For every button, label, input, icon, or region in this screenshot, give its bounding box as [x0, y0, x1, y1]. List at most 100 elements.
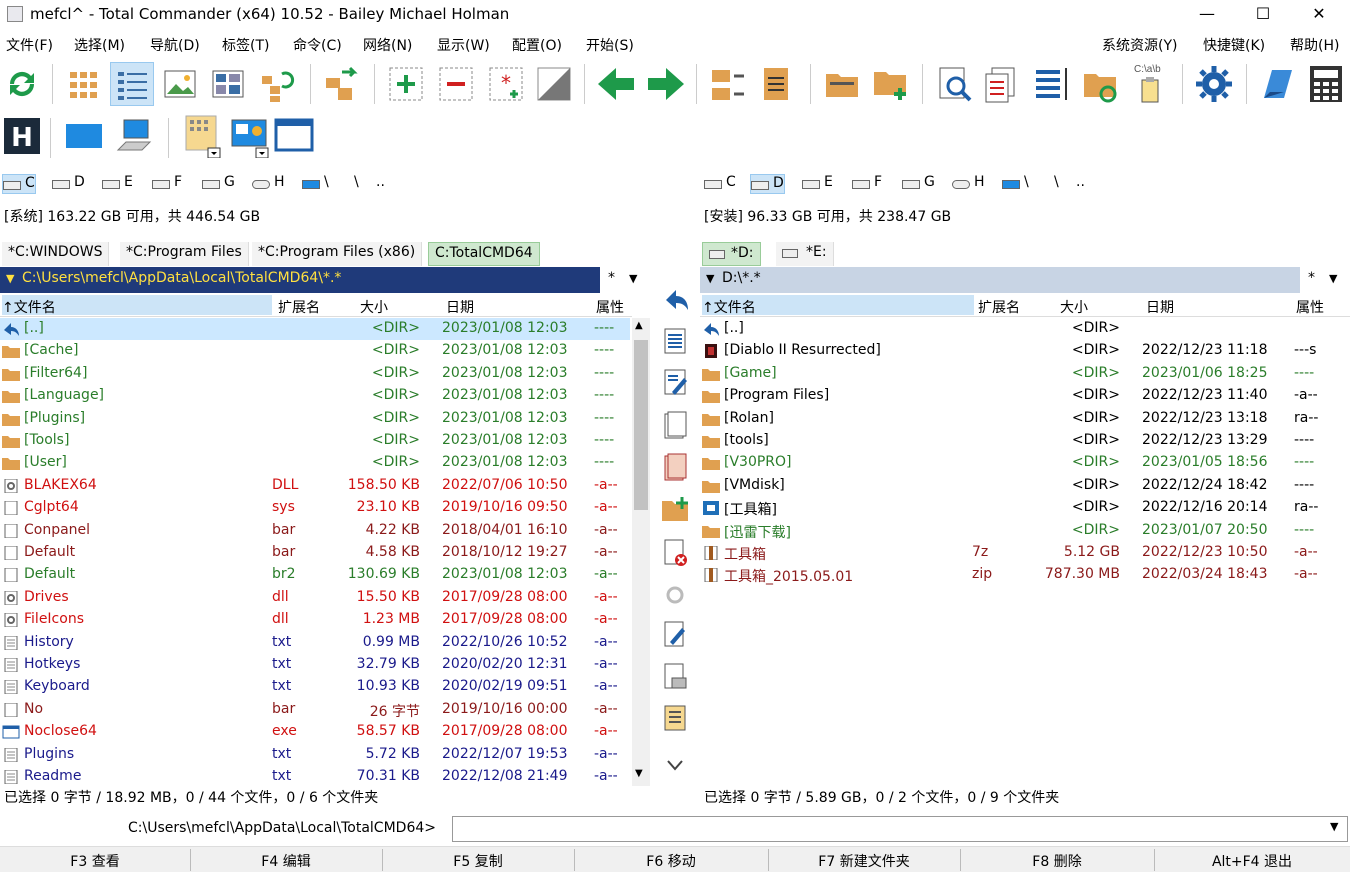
menu-help[interactable]: 帮助(H) [1290, 35, 1339, 55]
right-header-date[interactable]: 日期 [1146, 297, 1174, 317]
left-drive-g[interactable]: G [202, 174, 235, 194]
edit-text-icon[interactable] [655, 620, 695, 650]
tab-windows[interactable]: *C:WINDOWS [2, 242, 110, 266]
table-row[interactable]: [Filter64] <DIR> 2023/01/08 12:03 ---- [0, 363, 630, 385]
add-folder-icon[interactable] [868, 62, 912, 106]
menu-select[interactable]: 选择(M) [74, 35, 125, 55]
tab-d[interactable]: *D: [702, 242, 761, 266]
left-drive-d[interactable]: D [52, 174, 85, 194]
computer-icon[interactable] [112, 114, 156, 158]
table-row[interactable]: Cglpt64 sys 23.10 KB 2019/10/16 09:50 -a-- [0, 497, 630, 519]
calculator-icon[interactable] [1304, 62, 1348, 106]
left-header-name[interactable]: ↑文件名 [2, 295, 272, 316]
table-row[interactable]: History txt 0.99 MB 2022/10/26 10:52 -a-- [0, 632, 630, 654]
table-row[interactable]: BLAKEX64 DLL 158.50 KB 2022/07/06 10:50 -a-- [0, 475, 630, 497]
table-row[interactable]: Conpanel bar 4.22 KB 2018/04/01 16:10 -a-- [0, 520, 630, 542]
table-row[interactable]: [..] <DIR> 2023/01/08 12:03 ---- [0, 318, 630, 341]
scroll-up-icon[interactable]: ▲ [635, 320, 643, 331]
table-row[interactable]: Hotkeys txt 32.79 KB 2020/02/20 12:31 -a-- [0, 654, 630, 676]
folder-sync-icon[interactable] [1078, 62, 1122, 106]
print-icon[interactable] [655, 662, 695, 692]
right-header-ext[interactable]: 扩展名 [978, 297, 1020, 317]
right-header-size[interactable]: 大小 [1060, 297, 1088, 317]
thumbnail-view-icon[interactable] [158, 62, 202, 106]
table-row[interactable]: [V30PRO] <DIR> 2023/01/05 18:56 ---- [700, 452, 1350, 474]
right-drive-f[interactable]: F [852, 174, 882, 194]
window-icon[interactable] [272, 114, 316, 158]
unselect-group-icon[interactable] [434, 62, 478, 106]
right-header-attr[interactable]: 属性 [1296, 297, 1324, 317]
more-icon[interactable] [655, 750, 695, 780]
table-row[interactable]: [Rolan] <DIR> 2022/12/23 13:18 ra-- [700, 408, 1350, 430]
f3-view-button[interactable]: F3 查看 [0, 851, 190, 871]
forward-icon[interactable] [644, 62, 688, 106]
table-row[interactable]: [Plugins] <DIR> 2023/01/08 12:03 ---- [0, 408, 630, 430]
select-all-icon[interactable]: * [484, 62, 528, 106]
menu-file[interactable]: 文件(F) [6, 35, 53, 55]
menu-start[interactable]: 开始(S) [586, 35, 634, 55]
back-icon[interactable] [594, 62, 638, 106]
menu-system-resources[interactable]: 系统资源(Y) [1102, 35, 1177, 55]
menu-navigate[interactable]: 导航(D) [150, 35, 200, 55]
multi-rename-icon[interactable] [980, 62, 1024, 106]
right-drive-c[interactable]: C [704, 174, 736, 194]
table-row[interactable]: Drives dll 15.50 KB 2017/09/28 08:00 -a-- [0, 587, 630, 609]
table-row[interactable]: Default bar 4.58 KB 2018/10/12 19:27 -a-- [0, 542, 630, 564]
right-path-bar[interactable]: ▼ D:\*.* * ▼ [700, 267, 1350, 293]
table-row[interactable]: [Cache] <DIR> 2023/01/08 12:03 ---- [0, 340, 630, 362]
left-drive-network[interactable]: \ [302, 174, 329, 194]
chevron-down-icon[interactable]: ▼ [1330, 820, 1338, 833]
properties-icon[interactable] [655, 580, 695, 610]
edit-file-icon[interactable] [655, 367, 695, 397]
left-header-date[interactable]: 日期 [446, 297, 474, 317]
left-scrollbar[interactable]: ▲ ▼ [632, 318, 650, 786]
tab-program-files-x86[interactable]: *C:Program Files (x86) [252, 242, 423, 266]
control-panel-icon[interactable] [228, 114, 272, 158]
table-row[interactable]: [Tools] <DIR> 2023/01/08 12:03 ---- [0, 430, 630, 452]
left-drive-h[interactable]: H [252, 174, 285, 194]
table-row[interactable]: Readme txt 70.31 KB 2022/12/08 21:49 -a-- [0, 766, 630, 788]
f7-new-folder-button[interactable]: F7 新建文件夹 [768, 851, 960, 871]
close-button[interactable]: ✕ [1292, 0, 1346, 30]
compare-dirs-icon[interactable] [706, 62, 750, 106]
table-row[interactable]: [VMdisk] <DIR> 2022/12/24 18:42 ---- [700, 475, 1350, 497]
notepad-icon[interactable] [1254, 62, 1298, 106]
invert-selection-icon[interactable] [532, 62, 576, 106]
f6-move-button[interactable]: F6 移动 [574, 851, 768, 871]
right-drive-root[interactable]: \ [1034, 174, 1059, 194]
right-drive-d[interactable]: D [750, 174, 785, 194]
table-row[interactable]: [迅雷下载] <DIR> 2023/01/07 20:50 ---- [700, 520, 1350, 542]
table-row[interactable]: Default br2 130.69 KB 2023/01/08 12:03 -a-- [0, 564, 630, 586]
f8-delete-button[interactable]: F8 删除 [960, 851, 1154, 871]
copy-path-icon[interactable]: C:\a\b [1126, 60, 1170, 104]
table-row[interactable]: [Game] <DIR> 2023/01/06 18:25 ---- [700, 363, 1350, 385]
left-drive-e[interactable]: E [102, 174, 133, 194]
alt-f4-exit-button[interactable]: Alt+F4 退出 [1154, 851, 1350, 871]
up-dir-icon[interactable] [655, 284, 695, 314]
table-row[interactable]: [Language] <DIR> 2023/01/08 12:03 ---- [0, 385, 630, 407]
new-folder-icon[interactable] [655, 494, 695, 524]
table-row[interactable]: Noclose64 exe 58.57 KB 2017/09/28 08:00 -a-- [0, 721, 630, 743]
left-path-bar[interactable]: ▼ C:\Users\mefcl\AppData\Local\TotalCMD6… [0, 267, 650, 293]
right-drive-h[interactable]: H [952, 174, 985, 194]
f4-edit-button[interactable]: F4 编辑 [190, 851, 382, 871]
right-drive-parent[interactable]: .. [1056, 174, 1085, 194]
left-drive-f[interactable]: F [152, 174, 182, 194]
scrollbar-thumb[interactable] [634, 340, 648, 510]
move-file-icon[interactable] [655, 452, 695, 482]
table-row[interactable]: Keyboard txt 10.93 KB 2020/02/19 09:51 -a-- [0, 676, 630, 698]
brief-view-icon[interactable] [62, 62, 106, 106]
menu-tabs[interactable]: 标签(T) [222, 35, 269, 55]
menu-commands[interactable]: 命令(C) [293, 35, 342, 55]
view-file-icon[interactable] [655, 326, 695, 356]
menu-hotkeys[interactable]: 快捷键(K) [1203, 35, 1265, 55]
right-drive-e[interactable]: E [802, 174, 833, 194]
tree-view-icon[interactable] [206, 62, 250, 106]
table-row[interactable]: [工具箱] <DIR> 2022/12/16 20:14 ra-- [700, 497, 1350, 519]
select-group-icon[interactable] [384, 62, 428, 106]
detailed-view-icon[interactable] [110, 62, 154, 106]
desktop-icon[interactable] [62, 114, 106, 158]
table-row[interactable]: [Program Files] <DIR> 2022/12/23 11:40 -a-- [700, 385, 1350, 407]
table-row[interactable]: 工具箱 7z 5.12 GB 2022/12/23 10:50 -a-- [700, 542, 1350, 564]
menu-show[interactable]: 显示(W) [437, 35, 490, 55]
